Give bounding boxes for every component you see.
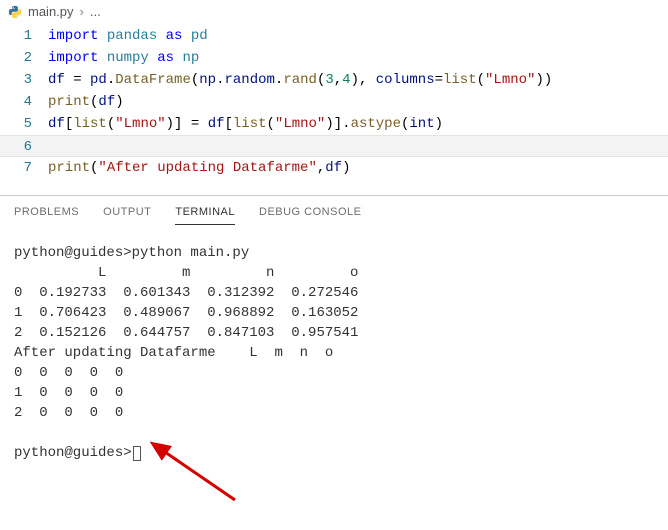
python-file-icon [8, 5, 22, 19]
code-line[interactable]: 1import pandas as pd [0, 25, 668, 47]
code-content[interactable]: df[list("Lmno")] = df[list("Lmno")].asty… [48, 113, 668, 135]
panel-tabs: PROBLEMS OUTPUT TERMINAL DEBUG CONSOLE [0, 198, 668, 225]
terminal-cursor [133, 446, 141, 461]
tab-terminal[interactable]: TERMINAL [175, 206, 235, 225]
code-content[interactable]: import numpy as np [48, 47, 668, 69]
code-line[interactable]: 2import numpy as np [0, 47, 668, 69]
code-content[interactable] [48, 136, 668, 156]
line-number: 3 [0, 69, 48, 91]
line-number: 2 [0, 47, 48, 69]
breadcrumb-separator: › [80, 4, 84, 19]
tab-debug-console[interactable]: DEBUG CONSOLE [259, 206, 361, 225]
code-line[interactable]: 5df[list("Lmno")] = df[list("Lmno")].ast… [0, 113, 668, 135]
tab-problems[interactable]: PROBLEMS [14, 206, 79, 225]
terminal-prompt[interactable]: python@guides> [14, 443, 654, 463]
code-editor[interactable]: 1import pandas as pd2import numpy as np3… [0, 23, 668, 189]
terminal-output[interactable]: python@guides>python main.py L m n o 0 0… [0, 225, 668, 477]
line-number: 1 [0, 25, 48, 47]
code-line[interactable]: 7print("After updating Datafarme",df) [0, 157, 668, 179]
code-line[interactable]: 4print(df) [0, 91, 668, 113]
breadcrumb-file[interactable]: main.py [28, 4, 74, 19]
tab-output[interactable]: OUTPUT [103, 206, 151, 225]
code-content[interactable]: import pandas as pd [48, 25, 668, 47]
line-number: 5 [0, 113, 48, 135]
code-content[interactable]: print(df) [48, 91, 668, 113]
line-number: 7 [0, 157, 48, 179]
code-content[interactable]: df = pd.DataFrame(np.random.rand(3,4), c… [48, 69, 668, 91]
code-line[interactable]: 6 [0, 135, 668, 157]
line-number: 4 [0, 91, 48, 113]
line-number: 6 [0, 136, 48, 156]
breadcrumb: main.py › ... [0, 0, 668, 23]
code-line[interactable]: 3df = pd.DataFrame(np.random.rand(3,4), … [0, 69, 668, 91]
breadcrumb-ellipsis[interactable]: ... [90, 4, 101, 19]
code-content[interactable]: print("After updating Datafarme",df) [48, 157, 668, 179]
